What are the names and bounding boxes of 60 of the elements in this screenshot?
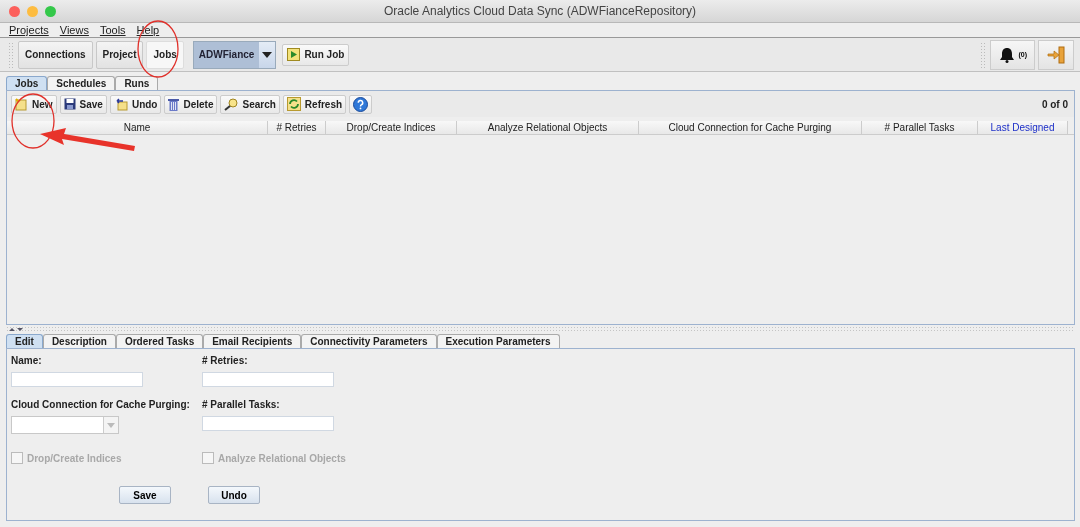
- run-job-button[interactable]: Run Job: [282, 43, 350, 66]
- menu-item[interactable]: Views: [59, 24, 89, 36]
- tab[interactable]: Edit: [6, 334, 43, 348]
- bell-icon: [998, 46, 1017, 63]
- column-header[interactable]: Name: [7, 121, 268, 134]
- field-label: Name:: [11, 355, 42, 366]
- nav-button[interactable]: Connections: [18, 40, 93, 69]
- column-header[interactable]: Analyze Relational Objects: [457, 121, 639, 134]
- tab[interactable]: Email Recipients: [203, 334, 302, 348]
- collapse-arrows-icon: [8, 327, 24, 332]
- refresh-icon: [286, 97, 301, 111]
- input-field[interactable]: [11, 372, 143, 387]
- tab[interactable]: Connectivity Parameters: [301, 334, 437, 348]
- toolbar-button[interactable]: Save: [59, 94, 107, 114]
- minimize-button[interactable]: [27, 5, 38, 17]
- toolbar-button[interactable]: Refresh: [282, 94, 347, 114]
- annotation-circle: [137, 20, 179, 78]
- tab[interactable]: Schedules: [47, 76, 116, 90]
- toolbar-button[interactable]: Undo: [109, 94, 162, 114]
- input-field[interactable]: [202, 372, 334, 387]
- window-title: Oracle Analytics Cloud Data Sync (ADWFianceRepository): [383, 4, 697, 18]
- column-header[interactable]: # Retries: [268, 121, 326, 134]
- field-label: # Parallel Tasks:: [202, 399, 280, 410]
- tab[interactable]: Ordered Tasks: [115, 334, 204, 348]
- input-field[interactable]: [202, 416, 334, 431]
- record-count: 0 of 0: [1041, 98, 1069, 110]
- annotation-circle: [11, 93, 55, 149]
- help-button[interactable]: [349, 94, 373, 114]
- caret-icon: [107, 422, 115, 428]
- toolbar-button[interactable]: Delete: [164, 94, 218, 114]
- exit-button[interactable]: [1038, 39, 1074, 70]
- play-icon: [287, 48, 301, 61]
- tab[interactable]: Jobs: [6, 76, 48, 90]
- field-label: # Retries:: [202, 355, 248, 366]
- menu-item[interactable]: Projects: [9, 24, 49, 36]
- project-dropdown[interactable]: ADWFiance: [192, 40, 277, 69]
- tab[interactable]: Runs: [115, 76, 159, 90]
- nav-button[interactable]: Jobs: [146, 40, 184, 69]
- dropdown-field[interactable]: [11, 416, 119, 434]
- menu-item[interactable]: Tools: [99, 24, 126, 36]
- column-header[interactable]: Last Designed: [978, 121, 1068, 134]
- field-label: Cloud Connection for Cache Purging:: [11, 399, 190, 410]
- tab[interactable]: Execution Parameters: [436, 334, 560, 348]
- new-document-icon: [15, 97, 28, 111]
- undo-icon: [113, 97, 128, 111]
- nav-button[interactable]: Project: [95, 40, 144, 69]
- zoom-button[interactable]: [45, 5, 56, 17]
- toolbar-button[interactable]: Search: [220, 94, 280, 114]
- form-button[interactable]: Save: [119, 486, 171, 504]
- tab[interactable]: Description: [42, 334, 116, 348]
- exit-door-icon: [1046, 45, 1066, 64]
- magnifier-icon: [224, 97, 239, 111]
- help-icon: [353, 96, 369, 112]
- caret-icon: [262, 51, 273, 58]
- column-header[interactable]: Drop/Create Indices: [326, 121, 457, 134]
- close-button[interactable]: [9, 5, 20, 17]
- trash-can-icon: [168, 97, 180, 111]
- form-button[interactable]: Undo: [208, 486, 260, 504]
- column-header[interactable]: Cloud Connection for Cache Purging: [639, 121, 862, 134]
- column-header[interactable]: # Parallel Tasks: [862, 121, 978, 134]
